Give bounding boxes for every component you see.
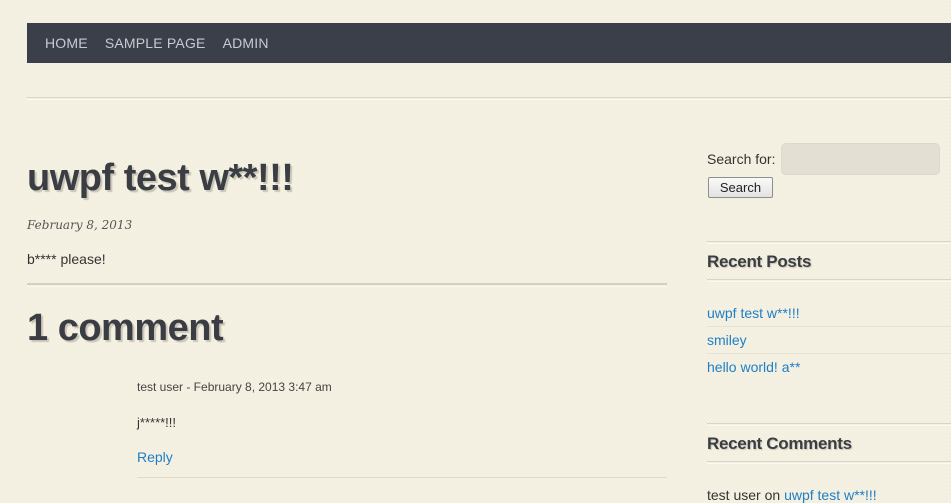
- recent-post-divider: [707, 326, 951, 327]
- post-divider: [27, 283, 667, 287]
- post-title: uwpf test w**!!!: [27, 157, 294, 199]
- search-label: Search for:: [707, 151, 776, 167]
- recent-post-link[interactable]: hello world! a**: [707, 359, 800, 375]
- recent-post-link[interactable]: uwpf test w**!!!: [707, 305, 800, 321]
- recent-posts-title: Recent Posts: [707, 252, 812, 271]
- recent-comment-item: test user on uwpf test w**!!!: [707, 487, 877, 503]
- nav-item-sample-page[interactable]: SAMPLE PAGE: [105, 35, 206, 51]
- search-input[interactable]: [781, 143, 940, 175]
- header-divider: [27, 97, 951, 100]
- nav-item-home[interactable]: HOME: [45, 35, 88, 51]
- recent-post-divider: [707, 353, 951, 354]
- recent-post-link[interactable]: smiley: [707, 332, 747, 348]
- nav-item-admin[interactable]: ADMIN: [223, 35, 269, 51]
- recent-comment-post-link[interactable]: uwpf test w**!!!: [784, 487, 877, 503]
- comments-heading: 1 comment: [27, 307, 224, 349]
- recent-comments-title-divider: [707, 461, 951, 464]
- recent-comment-author: test user: [707, 487, 761, 503]
- post-date: February 8, 2013: [27, 218, 133, 232]
- post-body: b**** please!: [27, 251, 106, 267]
- recent-posts-title-divider: [707, 279, 951, 282]
- recent-comments-title: Recent Comments: [707, 434, 852, 453]
- comment-meta: test user - February 8, 2013 3:47 am: [137, 380, 332, 394]
- recent-posts-top-divider: [707, 241, 951, 244]
- comment-text: j*****!!!: [137, 415, 177, 430]
- recent-comment-connector: on: [764, 487, 781, 503]
- search-button[interactable]: Search: [708, 177, 773, 198]
- main-navigation: HOME SAMPLE PAGE ADMIN: [27, 23, 951, 63]
- recent-comments-top-divider: [707, 423, 951, 426]
- comment-divider: [137, 477, 667, 478]
- reply-link[interactable]: Reply: [137, 449, 173, 465]
